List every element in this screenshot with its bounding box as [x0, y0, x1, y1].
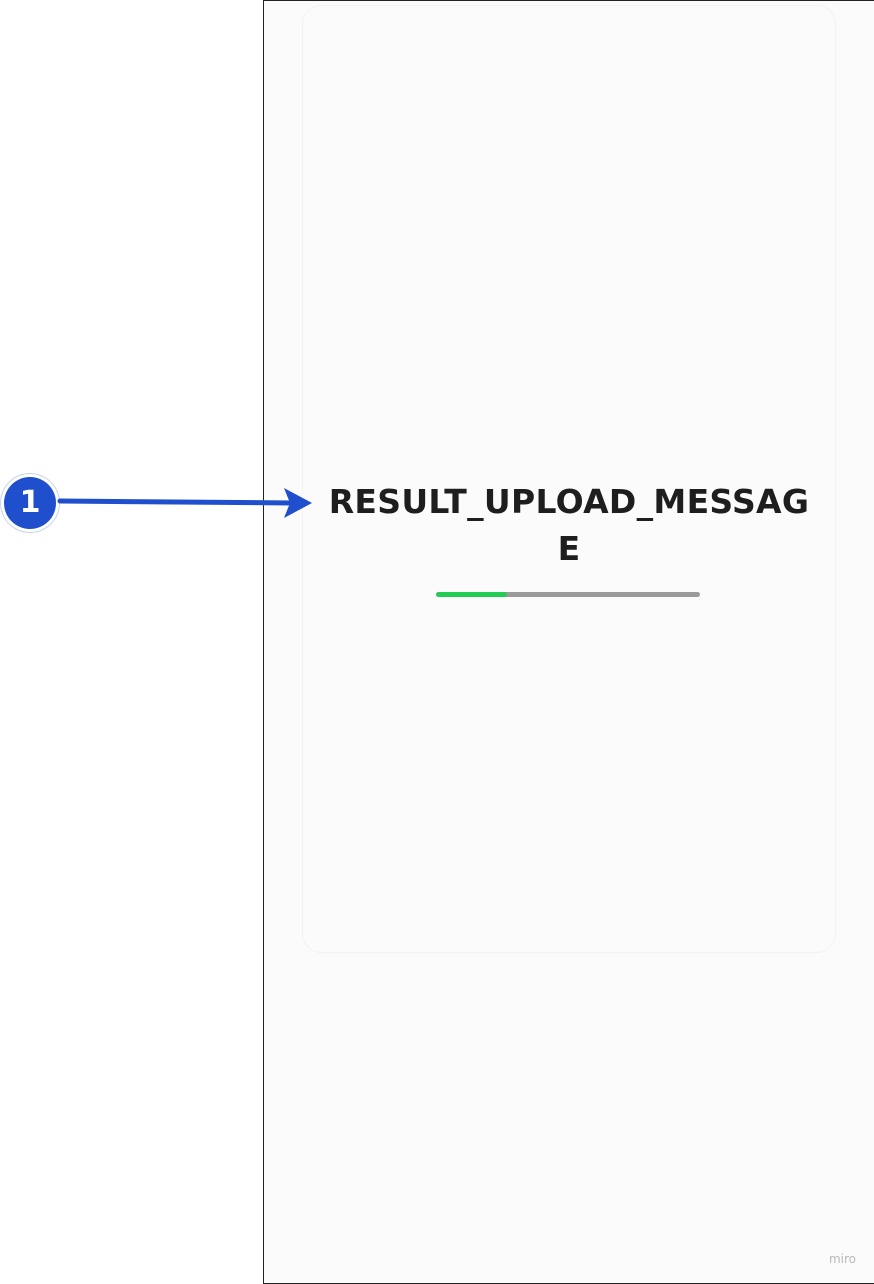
canvas: RESULT_UPLOAD_MESSAGE 1 miro — [0, 0, 874, 1284]
annotation-arrow-icon — [57, 488, 312, 518]
step-badge: 1 — [4, 477, 56, 529]
upload-progress-fill — [436, 592, 508, 597]
upload-result-message: RESULT_UPLOAD_MESSAGE — [328, 482, 810, 568]
upload-progress-bar — [436, 592, 700, 597]
miro-watermark: miro — [828, 1252, 856, 1266]
